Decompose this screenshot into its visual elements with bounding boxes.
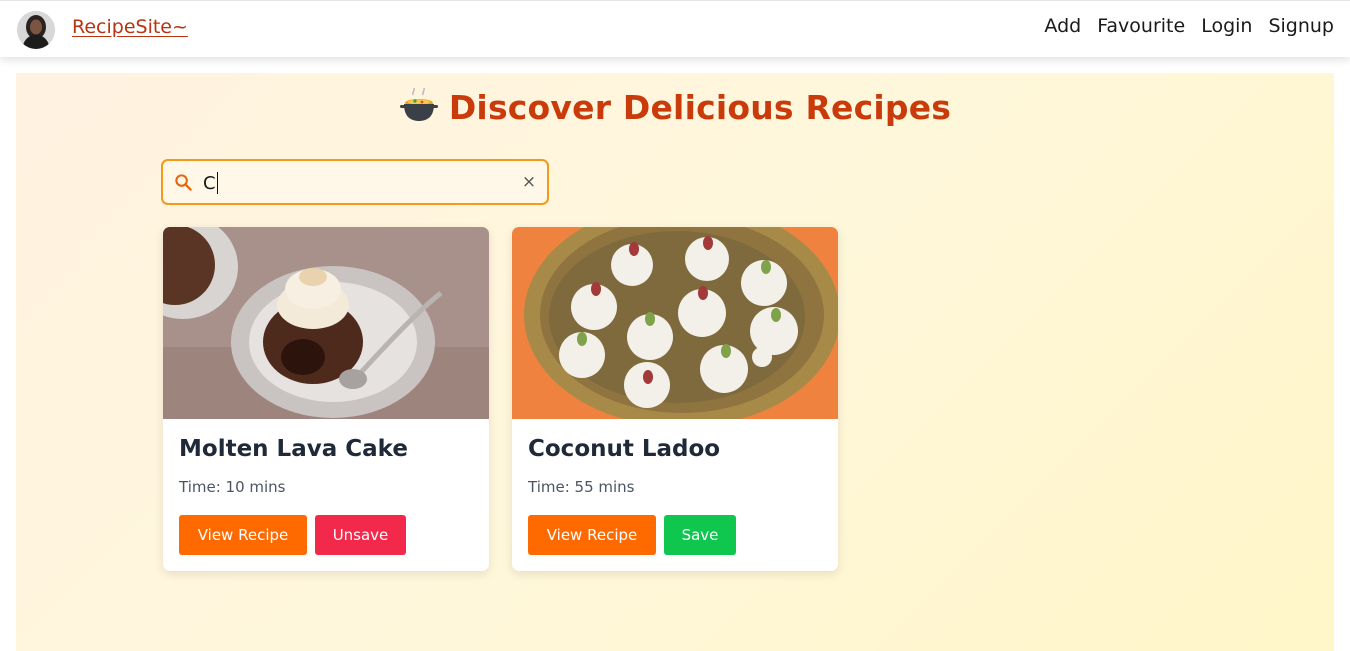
recipe-image-coconut-ladoo (512, 227, 838, 419)
navbar: RecipeSite~ Add Favourite Login Signup (0, 0, 1350, 57)
recipe-time: Time: 55 mins (528, 478, 635, 496)
main-panel: Discover Delicious Recipes × (16, 73, 1334, 651)
view-recipe-button[interactable]: View Recipe (179, 515, 307, 555)
recipe-title: Molten Lava Cake (179, 436, 408, 462)
nav-login-link[interactable]: Login (1201, 15, 1252, 37)
text-caret (217, 172, 218, 194)
recipe-card: Molten Lava Cake Time: 10 mins View Reci… (163, 227, 489, 571)
unsave-button[interactable]: Unsave (315, 515, 406, 555)
save-button[interactable]: Save (664, 515, 736, 555)
recipe-image-lava-cake (163, 227, 489, 419)
curry-pot-icon (399, 87, 438, 121)
view-recipe-button[interactable]: View Recipe (528, 515, 656, 555)
search-icon (175, 174, 192, 191)
brand-link[interactable]: RecipeSite~ (72, 16, 188, 38)
nav-add-link[interactable]: Add (1044, 15, 1081, 37)
close-icon[interactable]: × (518, 171, 540, 193)
avatar[interactable] (17, 11, 55, 49)
page-title-row: Discover Delicious Recipes (16, 87, 1334, 127)
search-box[interactable]: × (161, 159, 549, 205)
nav-favourite-link[interactable]: Favourite (1097, 15, 1185, 37)
recipe-card: Coconut Ladoo Time: 55 mins View Recipe … (512, 227, 838, 571)
nav-links: Add Favourite Login Signup (1044, 15, 1334, 37)
recipe-time: Time: 10 mins (179, 478, 286, 496)
search-input[interactable] (203, 169, 503, 197)
recipe-title: Coconut Ladoo (528, 436, 721, 462)
nav-signup-link[interactable]: Signup (1268, 15, 1334, 37)
page-title: Discover Delicious Recipes (448, 88, 952, 127)
